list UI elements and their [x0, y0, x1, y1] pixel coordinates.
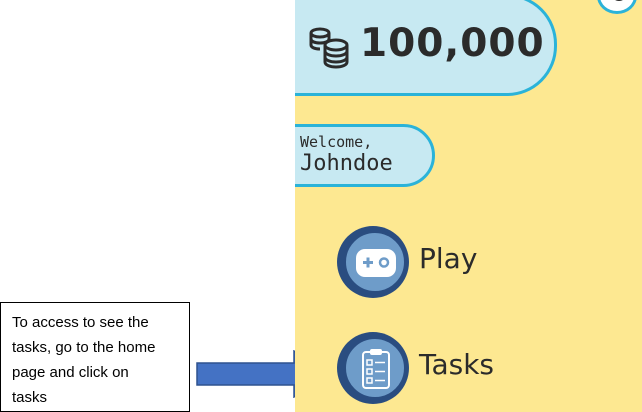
instruction-line-3: page and click on [12, 364, 129, 381]
play-label[interactable]: Play [419, 242, 477, 275]
tasks-button-circle[interactable] [337, 332, 409, 404]
coin-amount: 100,000 [360, 21, 545, 66]
instruction-line-1: To access to see the [12, 314, 149, 331]
play-button-circle[interactable] [337, 226, 409, 298]
avatar-icon [612, 0, 626, 1]
home-page: 100,000 Welcome, Johndoe Play Tasks [295, 0, 642, 412]
welcome-greeting: Welcome, [300, 133, 373, 151]
profile-avatar[interactable] [597, 0, 637, 14]
tasks-label[interactable]: Tasks [419, 348, 494, 381]
gamepad-icon [356, 249, 396, 277]
play-button[interactable]: Play [337, 224, 537, 298]
coin-balance: 100,000 [295, 0, 557, 96]
clipboard-icon [362, 349, 390, 389]
welcome-username: Johndoe [300, 151, 393, 176]
welcome-banner: Welcome, Johndoe [295, 124, 435, 187]
instruction-line-4: tasks [12, 389, 48, 406]
instruction-line-2: tasks, go to the home [12, 339, 156, 356]
coin-stack-icon [309, 27, 349, 69]
tasks-button[interactable]: Tasks [337, 330, 537, 404]
instruction-callout: To access to see the tasks, go to the ho… [0, 302, 190, 412]
